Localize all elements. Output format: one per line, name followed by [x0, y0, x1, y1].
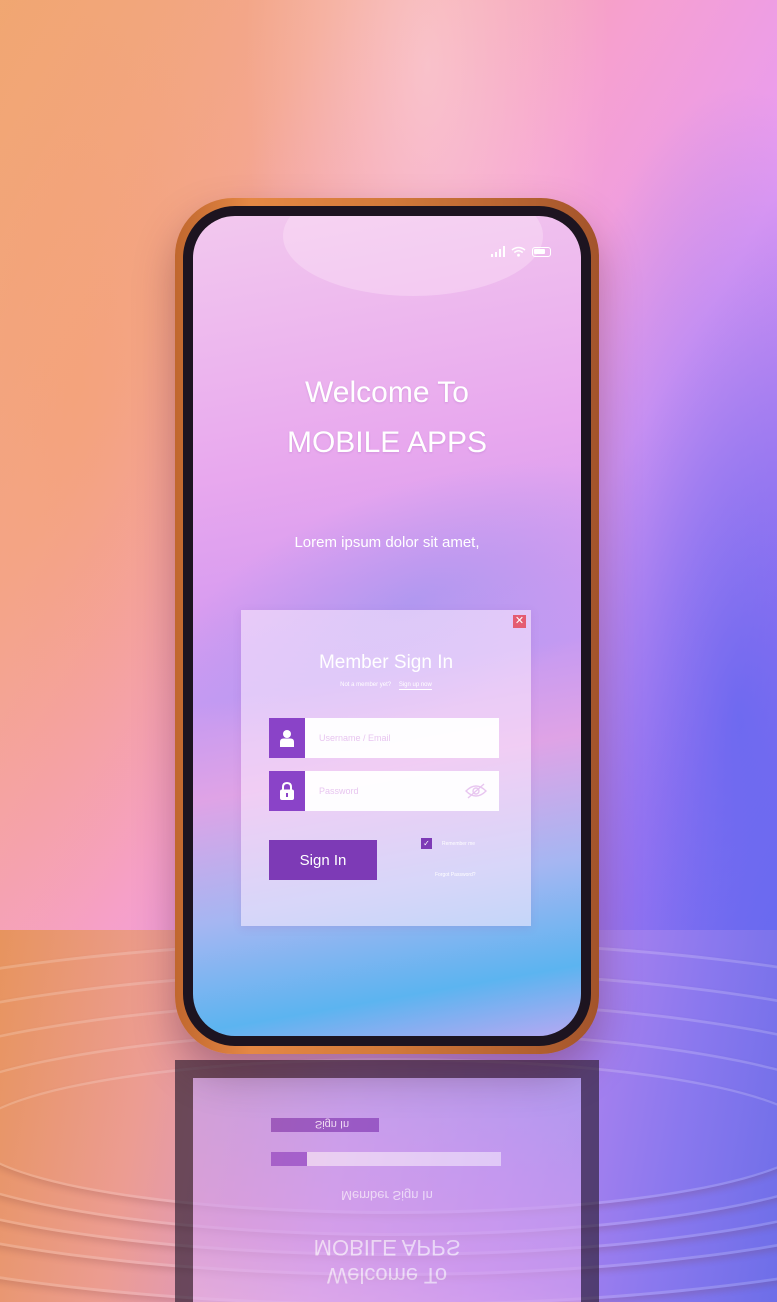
signup-link[interactable]: Sign up now — [398, 682, 432, 690]
wifi-icon — [511, 246, 526, 257]
reflection-field-icon-bar — [271, 1152, 307, 1166]
remember-me-label: Remember me — [442, 840, 476, 847]
sign-in-button[interactable]: Sign In — [269, 840, 377, 880]
reflection-line1: Welcome To — [326, 1263, 448, 1288]
reflection-card-title: Member Sign In — [341, 1188, 433, 1203]
password-field — [269, 771, 499, 811]
user-icon — [269, 718, 305, 758]
username-field — [269, 718, 499, 758]
reflection-frame: Sign In Member Sign In MOBILE APPS Welco… — [175, 1060, 599, 1302]
welcome-line2: MOBILE APPS — [286, 426, 488, 459]
phone-screen: Welcome To MOBILE APPS Lorem ipsum dolor… — [193, 216, 581, 1036]
signup-prompt: Not a member yet? Sign up now — [241, 682, 531, 690]
signal-bars-icon — [491, 246, 505, 257]
welcome-line1: Welcome To — [305, 376, 469, 409]
username-input[interactable] — [305, 718, 499, 758]
welcome-heading: Welcome To MOBILE APPS — [193, 368, 581, 468]
forgot-password-link[interactable]: Forgot Password? — [435, 872, 476, 878]
close-icon[interactable]: ✕ — [513, 615, 526, 628]
status-bar — [491, 246, 551, 257]
battery-icon — [532, 246, 551, 257]
sign-in-card: ✕ Member Sign In Not a member yet? Sign … — [241, 610, 531, 926]
phone-reflection: Sign In Member Sign In MOBILE APPS Welco… — [175, 1060, 599, 1302]
reflection-screen: Sign In Member Sign In MOBILE APPS Welco… — [193, 1078, 581, 1302]
remember-me-checkbox[interactable]: ✓ — [421, 838, 432, 849]
card-title: Member Sign In — [318, 652, 454, 673]
remember-me[interactable]: ✓ Remember me — [421, 838, 475, 849]
scene-background: Sign In Member Sign In MOBILE APPS Welco… — [0, 0, 777, 1302]
eye-slash-icon[interactable] — [465, 783, 487, 804]
tagline: Lorem ipsum dolor sit amet, — [294, 534, 480, 551]
lock-icon — [269, 771, 305, 811]
reflection-sign-in-label: Sign In — [314, 1118, 350, 1130]
reflection-line2: MOBILE APPS — [313, 1235, 461, 1260]
not-member-text: Not a member yet? — [340, 682, 392, 688]
phone-device: Welcome To MOBILE APPS Lorem ipsum dolor… — [175, 198, 599, 1054]
